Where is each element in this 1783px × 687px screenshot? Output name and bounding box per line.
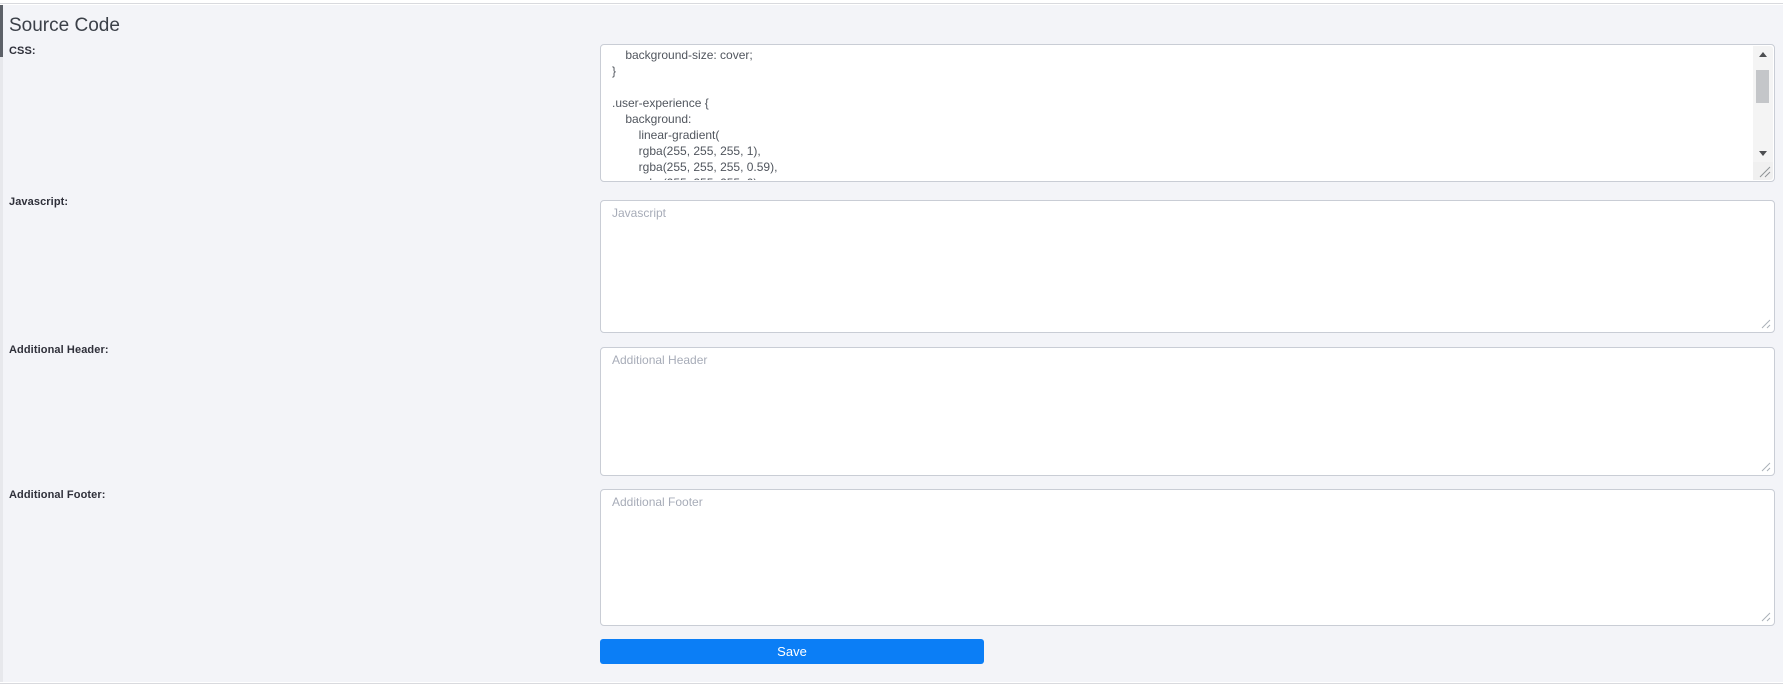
css-scrollbar-track[interactable]	[1753, 46, 1773, 162]
css-code-content: background-size: cover; } .user-experien…	[612, 48, 778, 180]
additional-footer-textarea[interactable]	[601, 490, 1774, 625]
page-title: Source Code	[9, 15, 120, 36]
javascript-textarea-wrap	[600, 200, 1775, 333]
resize-grip-icon	[1759, 166, 1771, 178]
additional-header-textarea-wrap	[600, 347, 1775, 476]
screen: Source Code CSS: background-size: cover;…	[0, 0, 1783, 687]
resize-grip-icon	[1761, 462, 1771, 472]
additional-header-resize-handle[interactable]	[1759, 460, 1773, 474]
javascript-resize-handle[interactable]	[1759, 317, 1773, 331]
additional-footer-resize-handle[interactable]	[1759, 610, 1773, 624]
css-resize-handle[interactable]	[1753, 162, 1773, 180]
scroll-up-button[interactable]	[1753, 48, 1773, 62]
css-label: CSS:	[9, 45, 36, 57]
additional-header-label: Additional Header:	[9, 344, 109, 356]
javascript-textarea[interactable]	[601, 201, 1774, 332]
bottom-edge-strip	[0, 683, 1783, 687]
additional-footer-textarea-wrap	[600, 489, 1775, 626]
scroll-down-button[interactable]	[1753, 146, 1773, 160]
javascript-label: Javascript:	[9, 196, 69, 208]
triangle-down-icon	[1759, 151, 1767, 156]
additional-footer-label: Additional Footer:	[9, 489, 106, 501]
css-textarea[interactable]: background-size: cover; } .user-experien…	[600, 44, 1775, 182]
additional-header-textarea[interactable]	[601, 348, 1774, 475]
triangle-up-icon	[1759, 52, 1767, 57]
save-button[interactable]: Save	[600, 639, 984, 664]
top-edge-strip	[0, 0, 1783, 4]
source-code-panel: Source Code CSS: background-size: cover;…	[3, 5, 1783, 682]
resize-grip-icon	[1761, 612, 1771, 622]
resize-grip-icon	[1761, 319, 1771, 329]
css-scrollbar-thumb[interactable]	[1756, 70, 1769, 103]
